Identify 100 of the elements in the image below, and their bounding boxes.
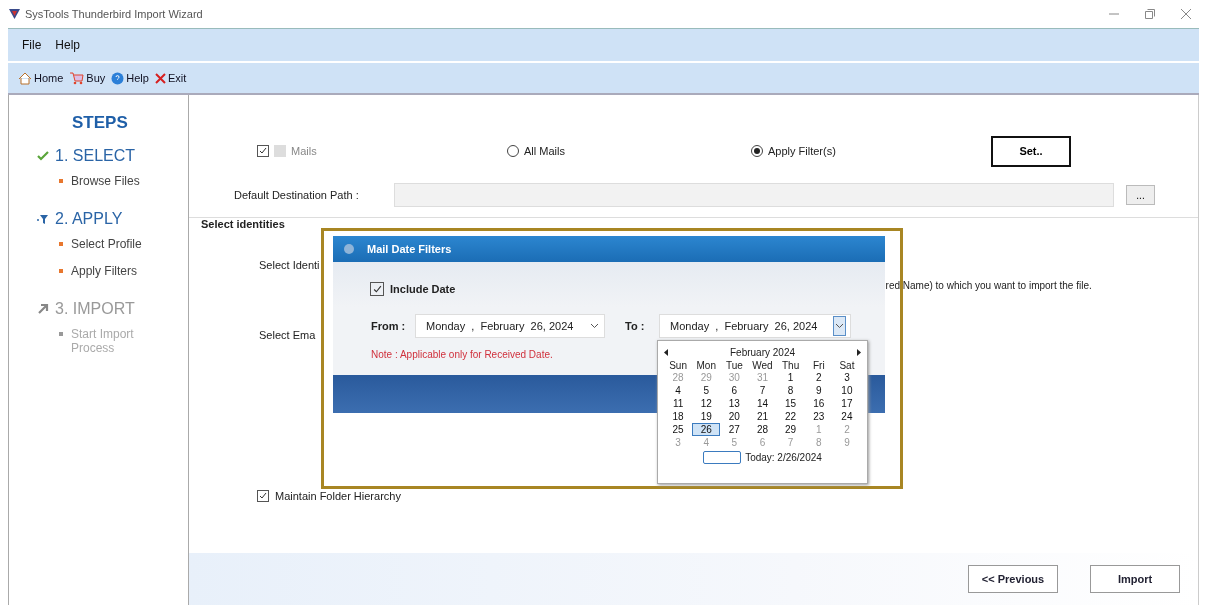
browse-button[interactable]: ... [1126, 185, 1155, 205]
radio-label: Apply Filter(s) [768, 145, 836, 157]
calendar-day[interactable]: 5 [692, 384, 721, 397]
calendar-day[interactable]: 25 [664, 423, 693, 436]
bullet-icon [59, 179, 63, 183]
calendar-day[interactable]: 20 [720, 410, 749, 423]
checkmark-icon [259, 147, 267, 155]
description-text: red Name) to which you want to import the file. [885, 279, 1092, 291]
weekday-label: Tue [724, 360, 744, 371]
step-item: Browse Files [71, 174, 141, 188]
weekday-label: Thu [781, 360, 801, 371]
close-icon [154, 72, 166, 84]
field-label: Select Ema [259, 329, 316, 341]
weekday-label: Fri [811, 360, 826, 371]
calendar-day[interactable]: 9 [804, 384, 833, 397]
checkbox-label: Maintain Folder Hierarchy [275, 490, 401, 502]
note-text: Note : Applicable only for Received Date. [371, 349, 553, 360]
next-month-icon[interactable] [856, 348, 861, 356]
checkbox[interactable] [370, 282, 384, 296]
calendar-day[interactable]: 2 [804, 371, 833, 384]
checkmark-icon [259, 492, 267, 500]
step-label: 1. SELECT [55, 147, 136, 165]
calendar-month: February 2024 [729, 346, 795, 358]
checkbox[interactable] [257, 490, 269, 502]
calendar-day[interactable]: 16 [804, 397, 833, 410]
weekday-label: Wed [751, 360, 774, 371]
menu-item[interactable]: Help [55, 38, 81, 52]
destination-label: Default Destination Path : [234, 189, 360, 201]
calendar-day[interactable]: 7 [748, 384, 777, 397]
calendar-day[interactable]: 24 [832, 410, 861, 423]
field-label: Select Identi [259, 259, 320, 271]
calendar-day[interactable]: 11 [664, 397, 693, 410]
destination-path-field[interactable] [394, 183, 1114, 207]
calendar-day[interactable]: 19 [692, 410, 721, 423]
toolbar-button[interactable]: Help [111, 71, 149, 85]
cart-icon [69, 71, 85, 85]
previous-month-icon[interactable] [664, 348, 669, 356]
checkmark-icon [37, 151, 49, 161]
set-button[interactable]: Set.. [991, 135, 1071, 167]
dialog-title: Mail Date Filters [367, 243, 452, 255]
calendar-day[interactable]: 13 [720, 397, 749, 410]
toolbar-button[interactable]: Buy [69, 71, 106, 85]
bullet-icon [59, 242, 63, 246]
house-icon [18, 71, 32, 85]
arrow-icon [37, 303, 49, 315]
calendar-day[interactable]: 8 [776, 384, 805, 397]
calendar-day[interactable]: 17 [832, 397, 861, 410]
close-icon[interactable] [1181, 9, 1191, 19]
today-marker-icon [703, 451, 742, 464]
weekday-label: Sun [668, 360, 688, 371]
date-picker[interactable]: Monday , February 26, 2024 [659, 314, 851, 338]
calendar-day[interactable]: 15 [776, 397, 805, 410]
calendar-day[interactable]: 18 [664, 410, 693, 423]
calendar-day[interactable]: 3 [832, 371, 861, 384]
app-logo-icon [8, 8, 21, 20]
checkbox-label: Include Date [390, 283, 456, 295]
dialog-icon [343, 243, 355, 255]
weekday-label: Sat [838, 360, 856, 371]
section-heading: Select identities [201, 218, 286, 230]
calendar-day[interactable]: 23 [804, 410, 833, 423]
calendar-day[interactable]: 14 [748, 397, 777, 410]
step-item: Select Profile [71, 237, 143, 251]
calendar-day[interactable]: 4 [664, 384, 693, 397]
bullet-icon [59, 332, 63, 336]
step-item: Start Import Process [71, 327, 135, 355]
step-item: Apply Filters [71, 264, 139, 278]
bullet-icon [59, 269, 63, 273]
today-link[interactable]: Today: 2/26/2024 [745, 452, 822, 463]
steps-heading: STEPS [72, 113, 129, 133]
checkbox[interactable] [257, 145, 269, 157]
chevron-down-icon [590, 323, 600, 329]
calendar-day[interactable]: 21 [748, 410, 777, 423]
calendar-day[interactable]: 27 [720, 423, 749, 436]
chevron-down-icon [835, 323, 845, 329]
from-label: From : [371, 320, 407, 332]
restore-icon[interactable] [1145, 9, 1155, 19]
date-picker[interactable]: Monday , February 26, 2024 [415, 314, 605, 338]
calendar-day[interactable]: 10 [832, 384, 861, 397]
calendar-day[interactable]: 12 [692, 397, 721, 410]
mails-label: Mails [291, 145, 317, 157]
calendar-day[interactable]: 6 [720, 384, 749, 397]
toolbar-button[interactable]: Exit [154, 72, 187, 84]
step-label: 2. APPLY [55, 210, 123, 228]
calendar-day[interactable]: 28 [748, 423, 777, 436]
step-label: 3. IMPORT [55, 300, 135, 318]
calendar-day[interactable]: 22 [776, 410, 805, 423]
funnel-icon [37, 213, 49, 225]
calendar-day[interactable]: 29 [776, 423, 805, 436]
help-icon [111, 71, 125, 85]
to-label: To : [625, 320, 646, 332]
calendar-day[interactable]: 26 [692, 423, 721, 436]
radio-label: All Mails [524, 145, 565, 157]
import-button[interactable]: Import [1090, 565, 1180, 593]
window-title: SysTools Thunderbird Import Wizard [25, 8, 203, 20]
calendar-day[interactable]: 1 [776, 371, 805, 384]
toolbar-button[interactable]: Home [18, 71, 64, 85]
previous-button[interactable]: << Previous [968, 565, 1058, 593]
menu-item[interactable]: File [22, 38, 42, 52]
checkmark-icon [372, 284, 382, 294]
weekday-label: Mon [695, 360, 717, 371]
